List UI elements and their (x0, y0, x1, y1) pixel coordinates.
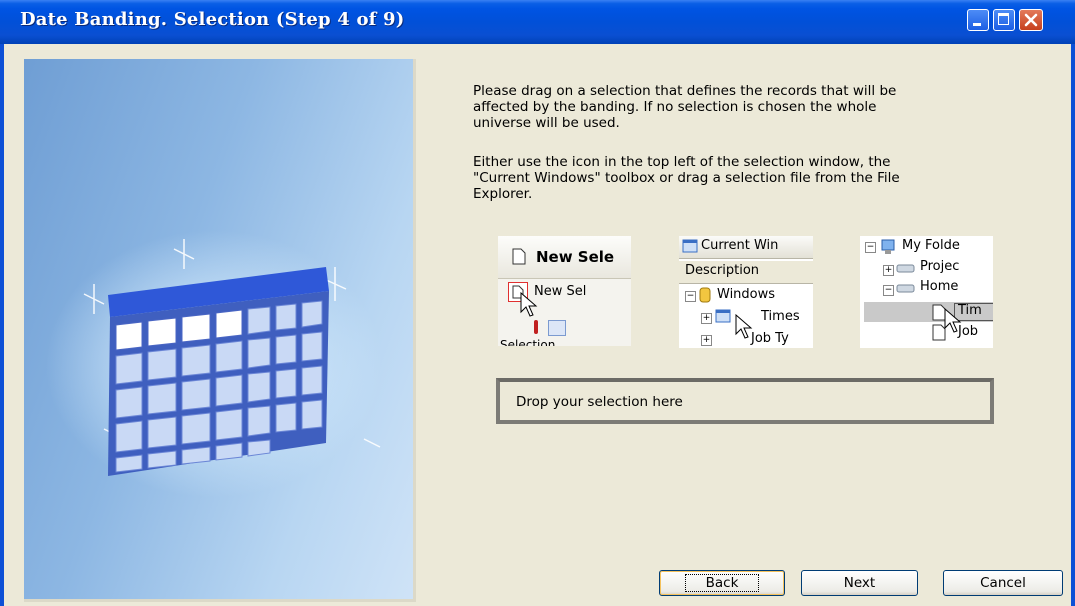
back-button-label: Back (684, 574, 760, 592)
back-button[interactable]: Back (659, 570, 785, 596)
new-selection-title: New Sele (536, 248, 615, 266)
times-node: Times (761, 309, 800, 324)
description-column-header: Description (685, 263, 760, 278)
projects-node: Projec (920, 259, 960, 274)
instruction-paragraph-1: Please drag on a selection that defines … (473, 83, 897, 131)
my-folders-icon (881, 239, 895, 254)
document-icon (512, 248, 526, 265)
drop-zone-label: Drop your selection here (516, 394, 683, 410)
windows-node: Windows (717, 287, 776, 302)
close-icon[interactable] (1019, 9, 1043, 31)
minimize-icon[interactable] (967, 9, 989, 31)
selection-label: Selection (500, 338, 556, 346)
wizard-side-panel (4, 44, 426, 606)
file-explorer-illustration: − My Folde + Projec − Home Tim Job (860, 236, 993, 348)
new-selection-illustration: New Sele New Sel Selection (498, 236, 631, 346)
database-icon (699, 287, 711, 303)
selection-drop-zone[interactable]: Drop your selection here (496, 378, 994, 424)
cursor-icon (520, 292, 538, 317)
new-selection-item: New Sel (534, 284, 587, 299)
home-node: Home (920, 279, 959, 294)
current-windows-illustration: Current Win Description − Windows + Time… (679, 236, 813, 348)
current-windows-title: Current Win (701, 238, 779, 253)
instruction-paragraph-2: Either use the icon in the top left of t… (473, 154, 900, 202)
job-types-node: Job Ty (751, 331, 789, 346)
network-drive-icon (896, 284, 915, 293)
window-title: Date Banding. Selection (Step 4 of 9) (20, 9, 405, 30)
cursor-icon (944, 308, 962, 333)
my-folders-node: My Folde (902, 238, 960, 253)
table-grid-icon (83, 239, 381, 476)
wizard-banner-image (24, 59, 416, 602)
window-frame-right (1071, 44, 1075, 606)
window-icon (715, 309, 731, 323)
cursor-icon (735, 314, 753, 339)
windows-toolbox-icon (682, 239, 698, 253)
next-button[interactable]: Next (801, 570, 918, 596)
cancel-button[interactable]: Cancel (943, 570, 1063, 596)
maximize-icon[interactable] (993, 9, 1015, 31)
title-bar[interactable]: Date Banding. Selection (Step 4 of 9) (0, 0, 1075, 44)
network-drive-icon (896, 264, 915, 273)
